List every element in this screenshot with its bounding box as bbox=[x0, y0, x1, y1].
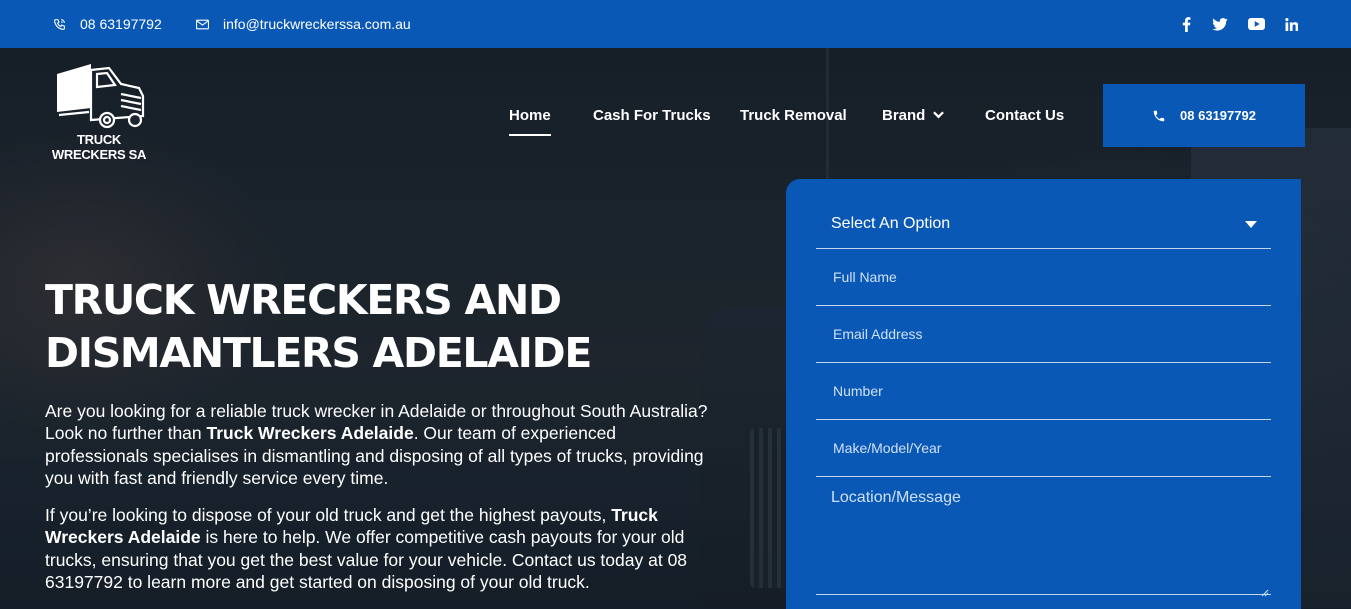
topbar-phone-label: 08 63197792 bbox=[80, 16, 162, 32]
topbar-email[interactable]: info@truckwreckerssa.com.au bbox=[195, 0, 411, 48]
p2-text-a: If you’re looking to dispose of your old… bbox=[45, 505, 612, 525]
email-wrapper bbox=[816, 306, 1271, 363]
caret-down-icon bbox=[1245, 215, 1257, 233]
topbar-phone[interactable]: 08 63197792 bbox=[52, 0, 162, 48]
truck-logo-icon bbox=[57, 64, 145, 129]
phone-icon bbox=[52, 17, 66, 31]
number-field[interactable] bbox=[816, 363, 1271, 419]
phone-icon bbox=[1152, 109, 1166, 123]
call-button-label: 08 63197792 bbox=[1180, 108, 1256, 123]
resize-grip-icon[interactable] bbox=[1261, 584, 1269, 597]
youtube-icon[interactable] bbox=[1247, 0, 1265, 48]
quote-form: Select An Option bbox=[786, 179, 1301, 609]
linkedin-icon[interactable] bbox=[1282, 0, 1300, 48]
nav-brand-label: Brand bbox=[882, 106, 926, 124]
nav-brand[interactable]: Brand bbox=[882, 100, 945, 130]
nav-cash-for-trucks[interactable]: Cash For Trucks bbox=[593, 100, 711, 130]
nav-truck-removal[interactable]: Truck Removal bbox=[740, 100, 847, 130]
hero-section: TRUCK WRECKERS SA Home Cash For Trucks T… bbox=[0, 48, 1351, 609]
nav-contact-us[interactable]: Contact Us bbox=[985, 100, 1064, 130]
nav-home[interactable]: Home bbox=[509, 100, 551, 136]
facebook-icon[interactable] bbox=[1177, 0, 1195, 48]
option-select[interactable]: Select An Option bbox=[816, 199, 1271, 249]
chevron-down-icon bbox=[933, 111, 945, 119]
top-bar: 08 63197792 info@truckwreckerssa.com.au bbox=[0, 0, 1351, 48]
email-field[interactable] bbox=[816, 306, 1271, 362]
message-wrapper bbox=[816, 477, 1271, 597]
logo[interactable]: TRUCK WRECKERS SA bbox=[44, 60, 154, 162]
make-model-wrapper bbox=[816, 420, 1271, 477]
hero-paragraph-1: Are you looking for a reliable truck wre… bbox=[45, 400, 710, 490]
location-message-field[interactable] bbox=[816, 477, 1271, 593]
full-name-wrapper bbox=[816, 249, 1271, 306]
number-wrapper bbox=[816, 363, 1271, 420]
make-model-year-field[interactable] bbox=[816, 420, 1271, 476]
mail-icon bbox=[195, 17, 209, 31]
hero-heading: TRUCK WRECKERS AND DISMANTLERS ADELAIDE bbox=[45, 276, 592, 377]
call-button[interactable]: 08 63197792 bbox=[1103, 84, 1305, 147]
hero-paragraph-2: If you’re looking to dispose of your old… bbox=[45, 504, 710, 594]
logo-text: TRUCK WRECKERS SA bbox=[51, 132, 147, 162]
p1-bold: Truck Wreckers Adelaide bbox=[206, 423, 414, 444]
topbar-email-label: info@truckwreckerssa.com.au bbox=[223, 16, 411, 32]
twitter-icon[interactable] bbox=[1211, 0, 1229, 48]
option-select-value: Select An Option bbox=[831, 214, 951, 232]
full-name-field[interactable] bbox=[816, 249, 1271, 305]
